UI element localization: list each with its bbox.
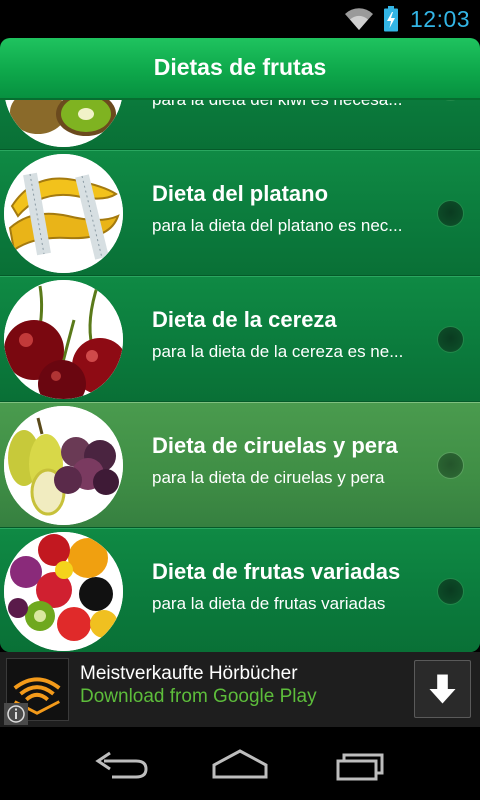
info-icon[interactable] xyxy=(4,703,28,725)
item-subtitle: para la dieta de la cereza es ne... xyxy=(152,342,404,361)
item-subtitle: para la dieta del platano es nec... xyxy=(152,216,403,235)
ad-banner[interactable]: Meistverkaufte Hörbücher Download from G… xyxy=(0,652,480,727)
item-title: Dieta de la cereza xyxy=(152,307,337,332)
radio-button[interactable] xyxy=(437,452,464,479)
item-subtitle: para la dieta de ciruelas y pera xyxy=(152,468,385,487)
recents-icon[interactable] xyxy=(330,747,390,783)
kiwi-image xyxy=(4,100,123,147)
list-item[interactable]: para la dieta del kiwi es necesa... xyxy=(0,100,480,150)
navigation-bar xyxy=(0,727,480,800)
wifi-icon xyxy=(345,8,373,31)
item-title: Dieta de ciruelas y pera xyxy=(152,433,398,458)
diet-list[interactable]: para la dieta del kiwi es necesa... Diet… xyxy=(0,100,480,652)
status-bar: 12:03 xyxy=(0,0,480,38)
list-item[interactable]: Dieta de frutas variadas para la dieta d… xyxy=(0,528,480,652)
download-arrow-icon xyxy=(429,674,456,704)
mixed-fruit-image xyxy=(4,532,123,651)
item-title: Dieta del platano xyxy=(152,181,329,206)
list-item[interactable]: Dieta de la cereza para la dieta de la c… xyxy=(0,276,480,402)
battery-charging-icon xyxy=(384,6,398,32)
banana-image xyxy=(4,154,123,273)
ad-title[interactable]: Meistverkaufte Hörbücher xyxy=(80,663,298,685)
page-title: Dietas de frutas xyxy=(153,54,327,80)
back-icon[interactable] xyxy=(90,747,150,783)
radio-button[interactable] xyxy=(437,578,464,605)
cherry-image xyxy=(4,280,123,399)
radio-button[interactable] xyxy=(437,200,464,227)
item-subtitle: para la dieta del kiwi es necesa... xyxy=(152,100,414,110)
radio-button[interactable] xyxy=(437,100,464,101)
ad-subtitle[interactable]: Download from Google Play xyxy=(80,686,317,708)
list-item[interactable]: Dieta de ciruelas y pera para la dieta d… xyxy=(0,402,480,528)
radio-button[interactable] xyxy=(437,326,464,353)
app-header: Dietas de frutas xyxy=(0,38,480,100)
clock: 12:03 xyxy=(410,6,471,32)
item-subtitle: para la dieta de frutas variadas xyxy=(152,594,386,613)
list-item[interactable]: Dieta del platano para la dieta del plat… xyxy=(0,150,480,276)
item-title: Dieta de frutas variadas xyxy=(152,559,401,584)
home-icon[interactable] xyxy=(210,747,270,783)
download-button[interactable] xyxy=(414,660,471,718)
plum-pear-image xyxy=(4,406,123,525)
